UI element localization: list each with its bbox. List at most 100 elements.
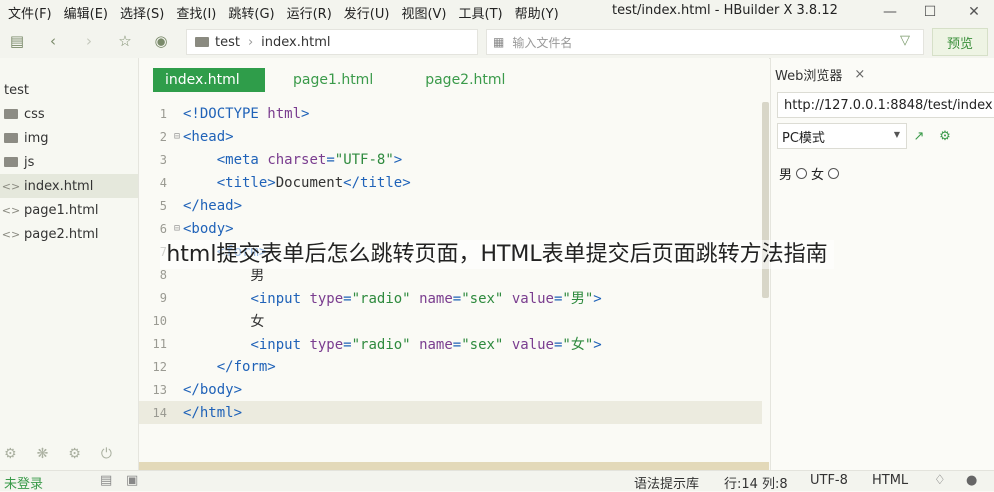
tree-item-css[interactable]: css [0, 102, 138, 126]
save-icon[interactable]: ▤ [8, 32, 26, 50]
menu-tools[interactable]: 工具(T) [453, 3, 509, 22]
status-bar: 未登录 ▤ ▣ 语法提示库 行:14 列:8 UTF-8 HTML ♢ ● [0, 470, 994, 492]
tree-item-index-html[interactable]: <> index.html [0, 174, 138, 198]
menu-file[interactable]: 文件(F) [2, 3, 58, 22]
radio-female[interactable] [828, 168, 840, 179]
line-number: 13 [152, 382, 167, 397]
code-line-text: </form> [216, 358, 276, 375]
menu-help[interactable]: 帮助(Y) [509, 3, 565, 22]
encoding-status[interactable]: UTF-8 [810, 473, 848, 488]
breadcrumb-file[interactable]: index.html [261, 35, 330, 50]
line-number: 14 [152, 405, 167, 420]
folder-icon [4, 133, 18, 143]
code-line-text: </head> [183, 197, 243, 214]
tree-item-page1-html[interactable]: <> page1.html [0, 198, 138, 222]
menu-view[interactable]: 视图(V) [395, 3, 452, 22]
open-external-icon[interactable]: ↗ [911, 128, 927, 144]
code-line-text: 女 [183, 313, 265, 330]
code-line[interactable]: 12 </form> [139, 355, 769, 378]
code-line[interactable]: 9 <input type="radio" name="sex" value="… [139, 286, 769, 309]
close-window-button[interactable]: ✕ [954, 0, 994, 24]
code-line[interactable]: 13 </body> [139, 378, 769, 401]
tree-item-test[interactable]: test [0, 78, 138, 102]
code-line[interactable]: 10 女 [139, 309, 769, 332]
horizontal-scrollbar[interactable] [139, 462, 769, 470]
cursor-position[interactable]: 行:14 列:8 [724, 473, 788, 492]
tree-item-label: js [24, 154, 35, 170]
radio-male[interactable] [796, 168, 808, 179]
filter-icon[interactable]: ▽ [900, 33, 910, 48]
folder-icon [4, 157, 18, 167]
close-icon[interactable]: × [854, 67, 865, 82]
star-icon[interactable]: ☆ [116, 32, 134, 50]
file-search-placeholder: 输入文件名 [512, 35, 573, 50]
menu-select[interactable]: 选择(S) [114, 3, 170, 22]
tree-item-label: page1.html [24, 202, 99, 218]
chevron-down-icon: ▼ [893, 130, 900, 139]
line-number: 3 [159, 152, 167, 167]
overlay-caption: html提交表单后怎么跳转页面，HTML表单提交后页面跳转方法指南 [0, 236, 994, 269]
run-icon[interactable]: ◉ [152, 32, 170, 50]
code-line[interactable]: 14 </html> [139, 401, 762, 424]
tree-item-label: test [4, 82, 29, 98]
language-status[interactable]: HTML [872, 473, 908, 488]
code-line[interactable]: 2 ⊟ <head> [139, 125, 769, 148]
menu-publish[interactable]: 发行(U) [338, 3, 396, 22]
tab-index-html[interactable]: index.html [153, 68, 265, 92]
sidebar-footer: ⚙ ❋ ⚙ ⏻ [0, 442, 142, 466]
tree-item-label: css [24, 106, 45, 122]
syntax-lib-status[interactable]: 语法提示库 [634, 473, 699, 492]
login-status[interactable]: 未登录 [4, 473, 43, 492]
minimize-button[interactable]: — [870, 0, 910, 24]
browser-tab-label: Web浏览器 [775, 68, 843, 84]
breadcrumb-project[interactable]: test [215, 35, 240, 50]
fold-toggle-icon[interactable]: ⊟ [171, 131, 183, 142]
line-number: 5 [159, 198, 167, 213]
tree-item-img[interactable]: img [0, 126, 138, 150]
label-male: 男 [779, 168, 793, 183]
plugin-icon[interactable]: ⚙ [4, 446, 17, 462]
code-line[interactable]: 3 <meta charset="UTF-8"> [139, 148, 769, 171]
power-icon[interactable]: ⏻ [101, 446, 112, 462]
breadcrumb[interactable]: test › index.html [186, 29, 478, 55]
menu-find[interactable]: 查找(I) [170, 3, 222, 22]
notification-bell-icon[interactable]: ♢ [934, 473, 946, 488]
browser-mode-value: PC模式 [782, 130, 825, 146]
tab-page2-html[interactable]: page2.html [413, 68, 517, 92]
menu-run[interactable]: 运行(R) [281, 3, 338, 22]
forward-icon[interactable]: › [80, 32, 98, 50]
console-icon[interactable]: ▣ [126, 473, 138, 488]
line-number: 11 [152, 336, 167, 351]
panel-toggle-icon[interactable]: ▤ [100, 473, 112, 488]
window-title: test/index.html - HBuilder X 3.8.12 [612, 3, 838, 18]
tree-item-label: index.html [24, 178, 94, 194]
menu-edit[interactable]: 编辑(E) [58, 3, 114, 22]
code-line[interactable]: 11 <input type="radio" name="sex" value=… [139, 332, 769, 355]
line-number: 1 [159, 106, 167, 121]
user-icon[interactable]: ● [966, 473, 977, 488]
menu-goto[interactable]: 跳转(G) [222, 3, 280, 22]
tab-web-browser[interactable]: Web浏览器 × [775, 62, 865, 86]
tab-page1-html[interactable]: page1.html [281, 68, 385, 92]
code-line-text: <meta charset="UTF-8"> [216, 151, 403, 168]
browser-page-content: 男 女 [779, 164, 840, 183]
gear-icon[interactable]: ⚙ [937, 128, 953, 144]
settings-icon[interactable]: ⚙ [68, 446, 81, 462]
code-line[interactable]: 1 <!DOCTYPE html> [139, 102, 769, 125]
tree-item-js[interactable]: js [0, 150, 138, 174]
code-line-text: <body> [183, 220, 234, 237]
code-line[interactable]: 5 </head> [139, 194, 769, 217]
file-search-input[interactable]: ▦ 输入文件名 [486, 29, 924, 55]
debug-icon[interactable]: ❋ [37, 446, 49, 462]
browser-url-field[interactable]: http://127.0.0.1:8848/test/index.html [777, 92, 994, 118]
back-icon[interactable]: ‹ [44, 32, 62, 50]
browser-mode-select[interactable]: PC模式 ▼ [777, 123, 907, 149]
code-line-text: <input type="radio" name="sex" value="男"… [250, 290, 602, 307]
code-line-text: <title>Document</title> [216, 174, 411, 191]
fold-toggle-icon[interactable]: ⊟ [171, 223, 183, 234]
file-search-icon: ▦ [493, 35, 505, 49]
preview-button[interactable]: 预览 [932, 28, 988, 56]
maximize-button[interactable]: ☐ [910, 0, 950, 24]
code-line[interactable]: 4 <title>Document</title> [139, 171, 769, 194]
menu-list: 文件(F) 编辑(E) 选择(S) 查找(I) 跳转(G) 运行(R) 发行(U… [0, 0, 565, 24]
